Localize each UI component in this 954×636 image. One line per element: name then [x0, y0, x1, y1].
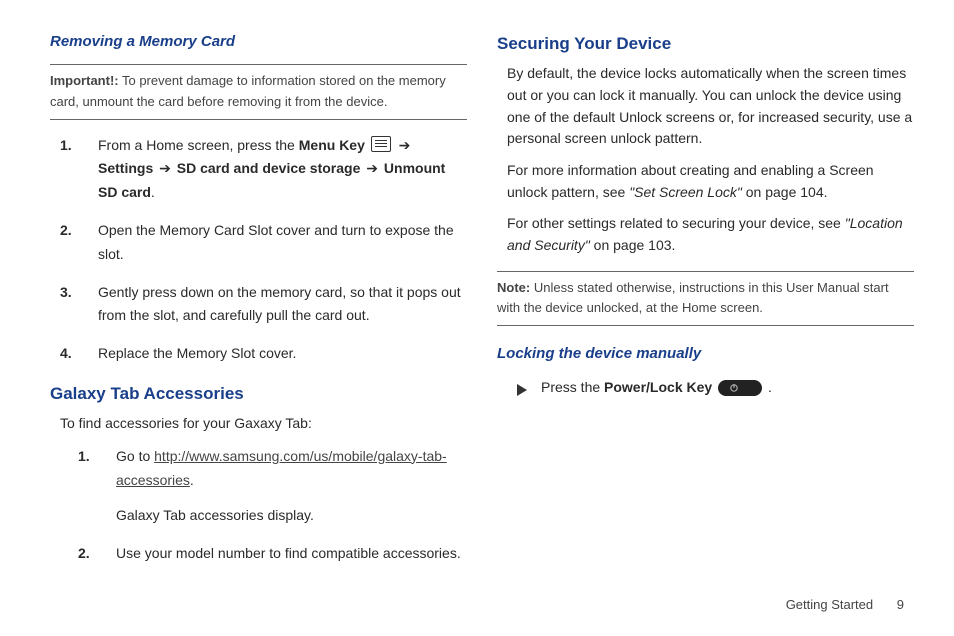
removing-steps-list: 1. From a Home screen, press the Menu Ke…: [50, 134, 467, 366]
step-2-text: Open the Memory Card Slot cover and turn…: [98, 222, 454, 262]
menu-key-icon: [371, 136, 391, 152]
list-item: 1. From a Home screen, press the Menu Ke…: [80, 134, 467, 205]
list-item: 2. Use your model number to find compati…: [98, 542, 467, 566]
power-lock-key-label: Power/Lock Key: [604, 379, 712, 395]
accessories-link[interactable]: http://www.samsung.com/us/mobile/galaxy-…: [116, 448, 447, 488]
securing-paragraph-3: For other settings related to securing y…: [507, 213, 914, 256]
power-lock-key-icon: [718, 380, 762, 396]
important-label: Important!:: [50, 73, 119, 88]
step-1-text-pre: From a Home screen, press the: [98, 137, 299, 153]
list-item: 1. Go to http://www.samsung.com/us/mobil…: [98, 445, 467, 528]
heading-locking-device-manually: Locking the device manually: [497, 342, 914, 366]
left-column: Removing a Memory Card Important!: To pr…: [50, 30, 467, 580]
footer-page-number: 9: [897, 597, 904, 612]
accessories-intro: To find accessories for your Gaxaxy Tab:: [60, 413, 467, 435]
step-number: 2.: [78, 542, 90, 566]
triangle-bullet-icon: [517, 380, 527, 402]
arrow-icon: ➔: [159, 157, 171, 181]
list-item: 4. Replace the Memory Slot cover.: [80, 342, 467, 366]
menu-key-label: Menu Key: [299, 137, 365, 153]
sec-p2-post: on page 104.: [742, 184, 828, 200]
sec-p3-pre: For other settings related to securing y…: [507, 215, 845, 231]
footer-section-name: Getting Started: [786, 597, 873, 612]
step-1-text-post: .: [151, 184, 155, 200]
securing-paragraph-2: For more information about creating and …: [507, 160, 914, 203]
two-column-layout: Removing a Memory Card Important!: To pr…: [50, 30, 914, 580]
note-box: Note: Unless stated otherwise, instructi…: [497, 271, 914, 327]
manual-page: Removing a Memory Card Important!: To pr…: [0, 0, 954, 636]
heading-galaxy-tab-accessories: Galaxy Tab Accessories: [50, 380, 467, 407]
page-footer: Getting Started 9: [786, 597, 904, 612]
step-number: 1.: [60, 134, 72, 158]
settings-label: Settings: [98, 160, 153, 176]
acc-step-1-post: .: [190, 472, 194, 488]
note-text: Unless stated otherwise, instructions in…: [497, 280, 889, 316]
sd-card-storage-label: SD card and device storage: [177, 160, 361, 176]
lock-pre: Press the: [541, 379, 604, 395]
acc-step-2-text: Use your model number to find compatible…: [116, 545, 461, 561]
lock-post: .: [764, 379, 772, 395]
important-box: Important!: To prevent damage to informa…: [50, 64, 467, 120]
right-column: Securing Your Device By default, the dev…: [497, 30, 914, 580]
arrow-icon: ➔: [366, 157, 378, 181]
heading-securing-your-device: Securing Your Device: [497, 30, 914, 57]
step-number: 1.: [78, 445, 90, 469]
step-3-text: Gently press down on the memory card, so…: [98, 284, 461, 324]
step-number: 2.: [60, 219, 72, 243]
locking-step-text: Press the Power/Lock Key .: [541, 376, 772, 398]
heading-removing-memory-card: Removing a Memory Card: [50, 30, 467, 54]
set-screen-lock-ref: "Set Screen Lock": [629, 184, 742, 200]
step-number: 4.: [60, 342, 72, 366]
accessories-steps-list: 1. Go to http://www.samsung.com/us/mobil…: [50, 445, 467, 566]
securing-paragraph-1: By default, the device locks automatical…: [507, 63, 914, 150]
arrow-icon: ➔: [399, 134, 411, 158]
acc-step-1-sub: Galaxy Tab accessories display.: [116, 507, 314, 523]
list-item: 3. Gently press down on the memory card,…: [80, 281, 467, 329]
list-item: 2. Open the Memory Card Slot cover and t…: [80, 219, 467, 267]
locking-step-row: Press the Power/Lock Key .: [517, 376, 914, 402]
sec-p3-post: on page 103.: [590, 237, 676, 253]
step-4-text: Replace the Memory Slot cover.: [98, 345, 296, 361]
note-label: Note:: [497, 280, 530, 295]
acc-step-1-pre: Go to: [116, 448, 154, 464]
step-number: 3.: [60, 281, 72, 305]
